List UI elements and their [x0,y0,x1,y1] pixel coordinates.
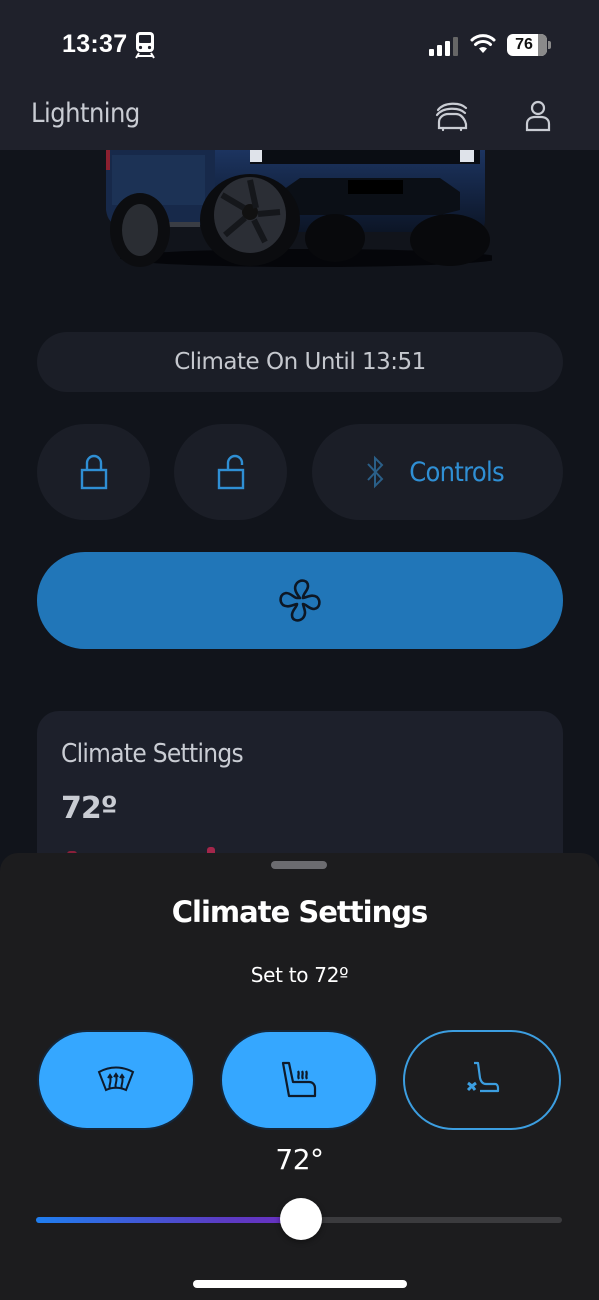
top-bar: 13:37 76 Lightning [0,0,599,150]
sheet-subtitle: Set to 72º [250,963,349,987]
battery-body: 76 [507,34,547,56]
slider-fill [36,1217,301,1223]
climate-settings-card-temperature: 72º [61,791,118,826]
ventilated-seat-icon [466,1061,500,1093]
lock-icon [80,454,107,490]
sheet-grabber-handle[interactable] [271,861,327,869]
climate-status-pill: Climate On Until 13:51 [37,332,563,392]
heated-seat-toggle[interactable] [220,1030,378,1130]
temperature-slider[interactable] [36,1198,562,1242]
battery-indicator: 76 [507,34,551,56]
sheet-title: Climate Settings [171,895,428,929]
climate-toggle-button[interactable] [37,552,563,649]
front-defrost-toggle[interactable] [37,1030,195,1130]
heated-seat-icon [281,1061,317,1098]
unlock-icon [217,454,244,490]
cellular-signal-icon [429,37,458,56]
train-icon [135,32,155,59]
garage-vehicles-icon[interactable] [434,100,470,132]
controls-label: Controls [409,456,504,488]
ventilated-seat-toggle[interactable] [403,1030,561,1130]
climate-status-text: Climate On Until 13:51 [174,349,426,375]
wifi-icon [470,34,496,53]
climate-settings-card-title: Climate Settings [61,739,244,769]
unlock-button[interactable] [174,424,287,520]
vehicle-name-title: Lightning [31,98,140,129]
bluetooth-icon [367,455,384,489]
fan-icon [279,578,321,622]
lock-button[interactable] [37,424,150,520]
battery-nub [548,41,551,49]
vehicle-image [106,150,492,267]
climate-settings-sheet: Climate Settings Set to 72º 72° [0,853,599,1300]
windshield-defrost-icon [97,1066,135,1092]
temperature-slider-value: 72° [275,1143,324,1176]
profile-icon[interactable] [524,100,552,132]
battery-level: 76 [515,36,533,53]
remote-controls-button[interactable]: Controls [312,424,563,520]
slider-thumb[interactable] [280,1198,322,1240]
home-indicator [193,1280,407,1288]
status-time: 13:37 [62,30,128,58]
